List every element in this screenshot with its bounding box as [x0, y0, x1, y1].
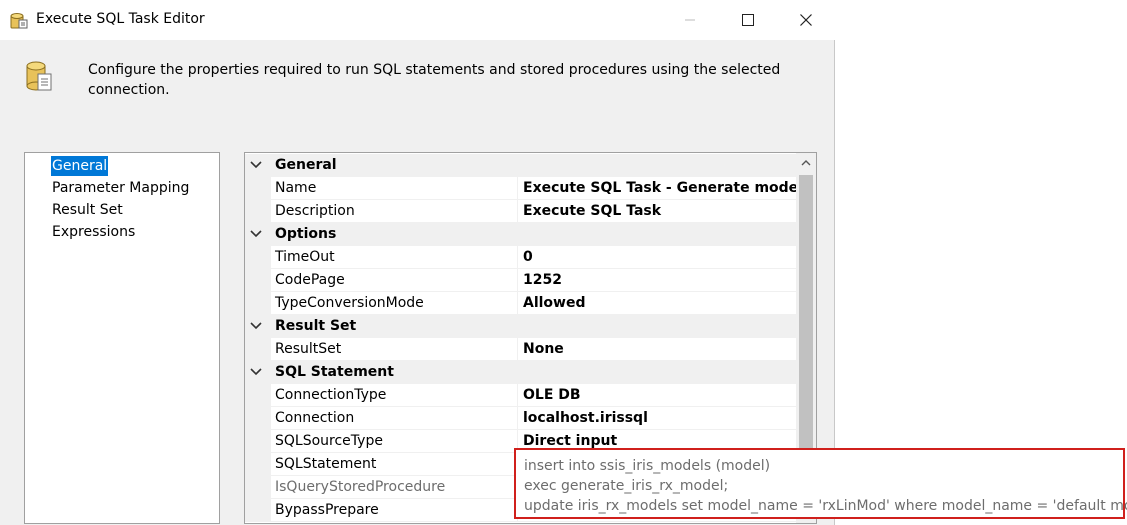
sql-task-icon [10, 13, 28, 29]
row-gutter [245, 177, 271, 200]
property-row[interactable]: ConnectionType OLE DB [245, 384, 796, 407]
close-button[interactable] [782, 0, 830, 40]
property-row[interactable]: TimeOut 0 [245, 246, 796, 269]
database-scroll-icon [26, 61, 52, 91]
row-gutter [245, 269, 271, 292]
property-name: SQLStatement [275, 456, 377, 472]
property-name: BypassPrepare [275, 502, 379, 518]
row-gutter [245, 430, 271, 453]
sql-statement-textbox[interactable]: insert into ssis_iris_models (model) exe… [514, 448, 1127, 519]
row-gutter [245, 407, 271, 430]
property-row[interactable]: Description Execute SQL Task [245, 200, 796, 223]
sql-line: exec generate_iris_rx_model; [524, 478, 729, 494]
column-divider [517, 177, 518, 200]
property-value[interactable]: Direct input [523, 433, 617, 449]
column-divider [517, 200, 518, 223]
sql-line: insert into ssis_iris_models (model) [524, 458, 771, 474]
property-name: Name [275, 180, 317, 196]
property-name: Description [275, 203, 355, 219]
property-row[interactable]: ResultSet None [245, 338, 796, 361]
category-label: SQL Statement [275, 364, 394, 380]
property-name: ResultSet [275, 341, 342, 357]
minimize-icon [685, 19, 695, 21]
property-name: CodePage [275, 272, 345, 288]
chevron-down-icon[interactable] [249, 227, 263, 241]
property-value[interactable]: OLE DB [523, 387, 581, 403]
property-name: SQLSourceType [275, 433, 383, 449]
property-value[interactable]: 0 [523, 249, 533, 265]
property-value[interactable]: localhost.irissql [523, 410, 648, 426]
nav-item-result-set[interactable]: Result Set [51, 200, 124, 220]
column-divider [517, 384, 518, 407]
sql-line: update iris_rx_models set model_name = '… [524, 498, 1127, 514]
category-options[interactable]: Options [245, 223, 796, 246]
property-name: TimeOut [275, 249, 335, 265]
row-gutter [245, 338, 271, 361]
chevron-up-icon [801, 160, 811, 166]
column-divider [517, 246, 518, 269]
window-title: Execute SQL Task Editor [36, 11, 205, 27]
row-gutter [245, 384, 271, 407]
title-bar: Execute SQL Task Editor [0, 0, 835, 40]
row-gutter [245, 246, 271, 269]
category-sql-statement[interactable]: SQL Statement [245, 361, 796, 384]
column-divider [517, 407, 518, 430]
row-gutter [245, 476, 271, 499]
property-value[interactable]: Execute SQL Task - Generate model [523, 180, 803, 196]
chevron-down-icon[interactable] [249, 365, 263, 379]
category-label: General [275, 157, 337, 173]
close-icon [800, 14, 812, 26]
row-gutter [245, 200, 271, 223]
minimize-button[interactable] [666, 0, 714, 40]
column-divider [517, 269, 518, 292]
row-gutter [245, 453, 271, 476]
category-label: Options [275, 226, 337, 242]
nav-item-parameter-mapping[interactable]: Parameter Mapping [51, 178, 190, 198]
property-row[interactable]: Connection localhost.irissql [245, 407, 796, 430]
nav-panel: General Parameter Mapping Result Set Exp… [24, 152, 220, 524]
property-name: Connection [275, 410, 355, 426]
property-value[interactable]: 1252 [523, 272, 562, 288]
property-value[interactable]: None [523, 341, 564, 357]
column-divider [517, 292, 518, 315]
property-row[interactable]: Name Execute SQL Task - Generate model [245, 177, 803, 200]
property-row[interactable]: CodePage 1252 [245, 269, 796, 292]
property-value[interactable]: Execute SQL Task [523, 203, 661, 219]
nav-item-general[interactable]: General [51, 156, 109, 176]
scroll-up-button[interactable] [796, 153, 816, 173]
property-name: TypeConversionMode [275, 295, 424, 311]
row-gutter [245, 292, 271, 315]
description-text: Configure the properties required to run… [88, 62, 781, 98]
category-label: Result Set [275, 318, 357, 334]
property-value[interactable]: Allowed [523, 295, 586, 311]
category-result-set[interactable]: Result Set [245, 315, 796, 338]
maximize-icon [742, 14, 754, 26]
column-divider [517, 338, 518, 361]
property-row[interactable]: TypeConversionMode Allowed [245, 292, 796, 315]
chevron-down-icon[interactable] [249, 158, 263, 172]
property-name: IsQueryStoredProcedure [275, 479, 446, 495]
execute-sql-task-editor-window: Execute SQL Task Editor Configure the pr… [0, 0, 835, 525]
maximize-button[interactable] [724, 0, 772, 40]
chevron-down-icon[interactable] [249, 319, 263, 333]
nav-item-expressions[interactable]: Expressions [51, 222, 136, 242]
category-general[interactable]: General [245, 154, 796, 177]
row-gutter [245, 499, 271, 522]
property-name: ConnectionType [275, 387, 387, 403]
